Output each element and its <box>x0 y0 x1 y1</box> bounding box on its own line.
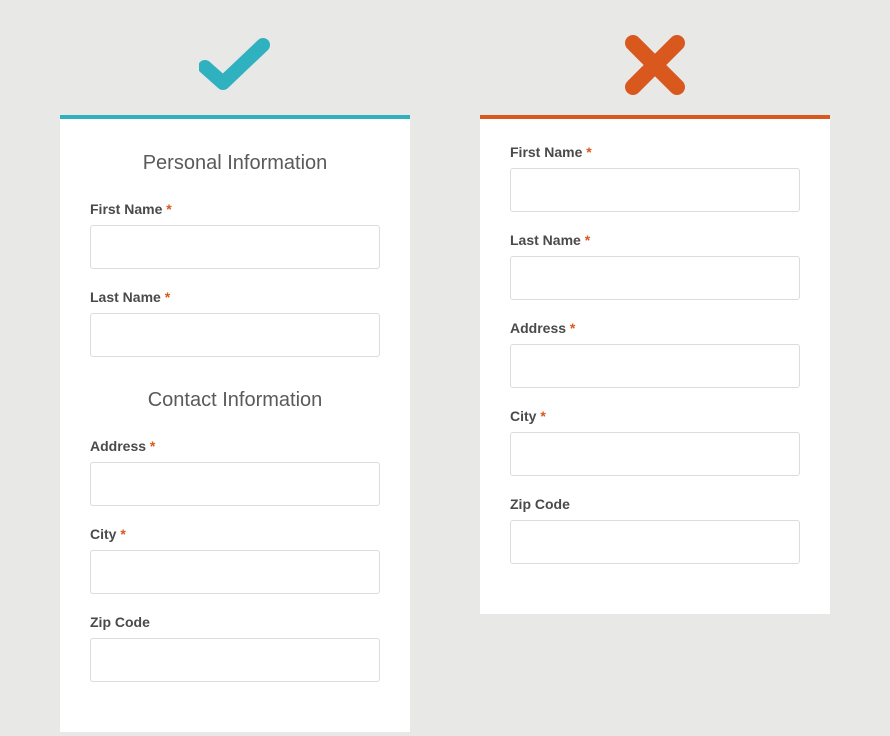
zip-label: Zip Code <box>90 614 380 630</box>
field-city: City * <box>90 526 380 594</box>
zip-label: Zip Code <box>510 496 800 512</box>
required-mark: * <box>150 438 155 454</box>
required-mark: * <box>540 408 545 424</box>
last-name-input[interactable] <box>90 313 380 357</box>
required-mark: * <box>570 320 575 336</box>
field-zip: Zip Code <box>90 614 380 682</box>
city-input[interactable] <box>510 432 800 476</box>
cross-icon <box>625 30 685 100</box>
required-mark: * <box>585 232 590 248</box>
first-name-input[interactable] <box>90 225 380 269</box>
required-mark: * <box>166 201 171 217</box>
city-label: City * <box>90 526 380 542</box>
field-last-name: Last Name * <box>90 289 380 357</box>
bad-example-column: First Name * Last Name * Address * City … <box>480 30 830 736</box>
required-mark: * <box>165 289 170 305</box>
field-first-name: First Name * <box>510 144 800 212</box>
zip-input[interactable] <box>90 638 380 682</box>
last-name-label: Last Name * <box>510 232 800 248</box>
first-name-input[interactable] <box>510 168 800 212</box>
field-last-name: Last Name * <box>510 232 800 300</box>
last-name-label: Last Name * <box>90 289 380 305</box>
required-mark: * <box>586 144 591 160</box>
field-address: Address * <box>510 320 800 388</box>
zip-input[interactable] <box>510 520 800 564</box>
first-name-label: First Name * <box>90 201 380 217</box>
city-label: City * <box>510 408 800 424</box>
good-form-card: Personal Information First Name * Last N… <box>60 115 410 732</box>
last-name-input[interactable] <box>510 256 800 300</box>
field-first-name: First Name * <box>90 201 380 269</box>
address-label: Address * <box>510 320 800 336</box>
bad-form-card: First Name * Last Name * Address * City … <box>480 115 830 614</box>
address-label: Address * <box>90 438 380 454</box>
address-input[interactable] <box>90 462 380 506</box>
required-mark: * <box>120 526 125 542</box>
section-title-personal: Personal Information <box>90 152 380 175</box>
city-input[interactable] <box>90 550 380 594</box>
field-city: City * <box>510 408 800 476</box>
section-title-contact: Contact Information <box>90 389 380 412</box>
good-example-column: Personal Information First Name * Last N… <box>60 30 410 736</box>
address-input[interactable] <box>510 344 800 388</box>
field-address: Address * <box>90 438 380 506</box>
check-icon <box>199 30 271 100</box>
first-name-label: First Name * <box>510 144 800 160</box>
field-zip: Zip Code <box>510 496 800 564</box>
